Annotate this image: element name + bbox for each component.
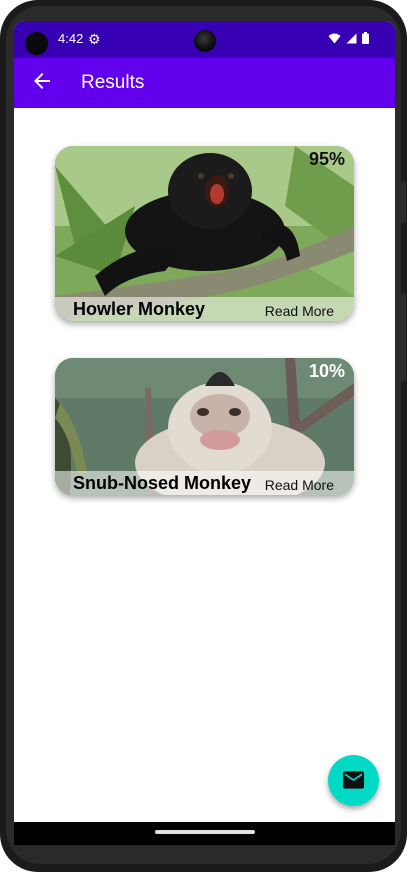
wifi-icon	[328, 33, 341, 43]
screen: 4:42 ⚙ Results 95% Howler Monkey Read Mo…	[14, 21, 395, 845]
result-card-snub-nosed-monkey[interactable]: 10% Snub-Nosed Monkey Read More	[55, 358, 354, 495]
card-caption: Snub-Nosed Monkey Read More	[55, 471, 354, 495]
card-caption: Howler Monkey Read More	[55, 297, 354, 321]
navigation-bar	[14, 822, 395, 845]
power-button	[401, 181, 406, 223]
page-title: Results	[81, 72, 145, 93]
battery-icon	[362, 32, 369, 44]
front-camera	[194, 30, 216, 52]
result-card-howler-monkey[interactable]: 95% Howler Monkey Read More	[55, 146, 354, 321]
email-icon	[342, 771, 365, 789]
arrow-back-icon[interactable]	[30, 69, 54, 93]
read-more-link[interactable]: Read More	[265, 477, 334, 493]
app-bar: Results	[14, 58, 395, 108]
status-icons	[328, 32, 369, 44]
email-fab-button[interactable]	[328, 755, 379, 806]
result-name: Howler Monkey	[73, 299, 206, 319]
home-gesture-handle[interactable]	[155, 830, 255, 834]
read-more-link[interactable]: Read More	[265, 303, 334, 319]
status-bar: 4:42 ⚙	[14, 21, 395, 58]
howler-monkey-photo	[55, 146, 354, 321]
settings-gear-icon: ⚙	[88, 31, 101, 47]
confidence-value: 95%	[308, 149, 345, 169]
confidence-value: 10%	[308, 361, 345, 381]
camera-cutout	[25, 32, 48, 55]
signal-icon	[346, 33, 357, 43]
phone-frame: 4:42 ⚙ Results 95% Howler Monkey Read Mo…	[0, 0, 407, 872]
volume-button	[401, 293, 406, 381]
result-name: Snub-Nosed Monkey	[73, 473, 252, 493]
status-time: 4:42	[58, 31, 84, 46]
